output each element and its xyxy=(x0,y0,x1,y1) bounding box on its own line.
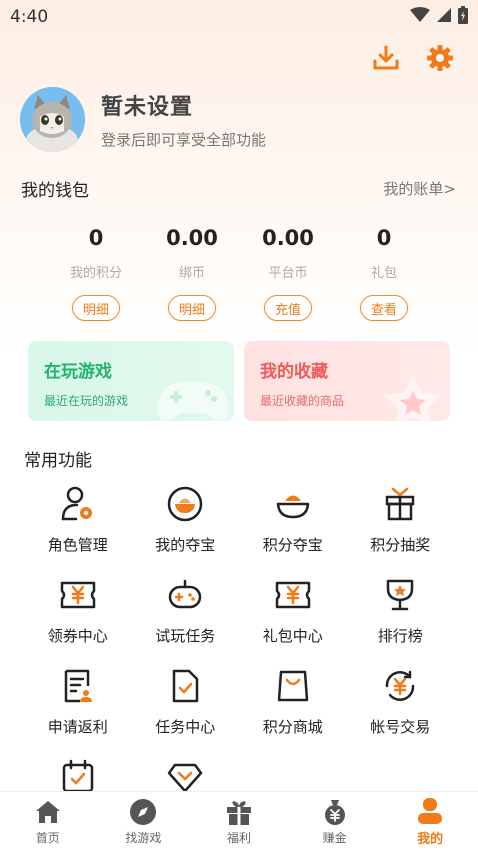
task-doc-icon xyxy=(163,664,207,708)
treasure-icon xyxy=(163,482,207,526)
function-role-manage[interactable]: 角色管理 xyxy=(24,482,132,573)
wallet-item-gift-pack: 0 礼包 查看 xyxy=(336,226,432,321)
bottom-nav: 首页 找游戏 福利 赚金 我的 xyxy=(0,791,478,851)
function-label: 礼包中心 xyxy=(262,627,323,645)
wallet-value: 0 xyxy=(376,226,392,250)
wallet-item-platform-coin: 0.00 平台币 充值 xyxy=(240,226,336,321)
user-icon xyxy=(415,797,445,825)
wallet-title: 我的钱包 xyxy=(21,181,89,201)
nav-label: 首页 xyxy=(35,830,60,845)
profile-name[interactable]: 暂未设置 xyxy=(101,89,266,121)
function-label: 任务中心 xyxy=(155,718,216,736)
trade-cycle-icon xyxy=(378,664,422,708)
battery-icon xyxy=(458,6,468,28)
wallet-value: 0.00 xyxy=(262,226,314,250)
nav-find-games[interactable]: 找游戏 xyxy=(96,792,192,851)
profile-subtitle: 登录后即可享受全部功能 xyxy=(101,131,267,149)
function-points-lottery[interactable]: 积分抽奖 xyxy=(347,482,455,573)
rebate-doc-icon xyxy=(56,664,100,708)
nav-label: 福利 xyxy=(226,830,251,845)
role-manage-icon xyxy=(56,482,100,526)
avatar[interactable] xyxy=(20,87,85,152)
status-bar: 4:40 xyxy=(0,0,478,34)
functions-title: 常用功能 xyxy=(24,451,92,471)
top-actions xyxy=(370,42,456,74)
wifi-icon xyxy=(410,7,430,27)
function-label: 角色管理 xyxy=(47,536,108,554)
nav-welfare[interactable]: 福利 xyxy=(191,792,287,851)
wallet-header: 我的钱包 我的账单> xyxy=(21,176,456,201)
function-label: 积分抽奖 xyxy=(370,536,431,554)
shopping-bag-icon xyxy=(271,664,315,708)
status-icons xyxy=(410,6,468,28)
money-bag-icon xyxy=(320,798,350,826)
nav-label: 找游戏 xyxy=(125,830,162,845)
playing-games-card[interactable]: 在玩游戏 最近在玩的游戏 xyxy=(28,341,234,421)
nav-earn[interactable]: 赚金 xyxy=(287,792,383,851)
nav-label: 赚金 xyxy=(322,830,347,845)
nav-mine[interactable]: 我的 xyxy=(382,792,478,851)
wallet-items: 0 我的积分 明细 0.00 绑币 明细 0.00 平台币 充值 0 礼包 查看 xyxy=(48,226,432,321)
gift-lottery-icon xyxy=(378,482,422,526)
download-icon[interactable] xyxy=(370,42,402,74)
gamepad-decor-icon xyxy=(154,375,232,421)
function-task-center[interactable]: 任务中心 xyxy=(132,664,240,755)
function-label: 帐号交易 xyxy=(370,718,431,736)
view-gift-pack-button[interactable]: 查看 xyxy=(360,295,408,321)
function-trial-task[interactable]: 试玩任务 xyxy=(132,573,240,664)
gift-icon xyxy=(224,798,254,826)
wallet-label: 礼包 xyxy=(370,266,397,281)
function-gift-center[interactable]: 礼包中心 xyxy=(239,573,347,664)
coupon-icon xyxy=(56,573,100,617)
function-label: 积分商城 xyxy=(262,718,323,736)
favorites-card[interactable]: 我的收藏 最近收藏的商品 xyxy=(244,341,450,421)
function-label: 申请返利 xyxy=(47,718,108,736)
bound-coin-detail-button[interactable]: 明细 xyxy=(168,295,216,321)
function-label: 积分夺宝 xyxy=(262,536,323,554)
nav-home[interactable]: 首页 xyxy=(0,792,96,851)
bill-link[interactable]: 我的账单> xyxy=(383,178,456,199)
recharge-button[interactable]: 充值 xyxy=(264,295,312,321)
function-coupon-center[interactable]: 领券中心 xyxy=(24,573,132,664)
compass-icon xyxy=(128,798,158,826)
wallet-value: 0.00 xyxy=(166,226,218,250)
gift-pack-icon xyxy=(271,573,315,617)
function-apply-rebate[interactable]: 申请返利 xyxy=(24,664,132,755)
quick-cards: 在玩游戏 最近在玩的游戏 我的收藏 最近收藏的商品 xyxy=(28,341,450,421)
wallet-label: 绑币 xyxy=(178,266,205,281)
function-points-mall[interactable]: 积分商城 xyxy=(239,664,347,755)
function-label: 领券中心 xyxy=(47,627,108,645)
gear-icon[interactable] xyxy=(424,42,456,74)
home-icon xyxy=(33,798,63,826)
trophy-icon xyxy=(378,573,422,617)
function-label: 排行榜 xyxy=(377,627,423,645)
wallet-label: 平台币 xyxy=(268,266,308,281)
wallet-value: 0 xyxy=(88,226,104,250)
function-leaderboard[interactable]: 排行榜 xyxy=(347,573,455,664)
gamepad-icon xyxy=(163,573,207,617)
wallet-item-bound-coin: 0.00 绑币 明细 xyxy=(144,226,240,321)
nav-label: 我的 xyxy=(417,831,444,847)
points-treasure-icon xyxy=(271,482,315,526)
status-time: 4:40 xyxy=(10,7,49,27)
wallet-item-points: 0 我的积分 明细 xyxy=(48,226,144,321)
points-detail-button[interactable]: 明细 xyxy=(72,295,120,321)
profile-section[interactable]: 暂未设置 登录后即可享受全部功能 xyxy=(20,87,266,152)
function-points-treasure[interactable]: 积分夺宝 xyxy=(239,482,347,573)
function-account-trade[interactable]: 帐号交易 xyxy=(347,664,455,755)
function-my-treasure[interactable]: 我的夺宝 xyxy=(132,482,240,573)
function-label: 我的夺宝 xyxy=(155,536,216,554)
star-decor-icon xyxy=(378,373,448,421)
function-label: 试玩任务 xyxy=(155,627,216,645)
wallet-label: 我的积分 xyxy=(69,266,122,281)
signal-icon xyxy=(436,7,452,27)
